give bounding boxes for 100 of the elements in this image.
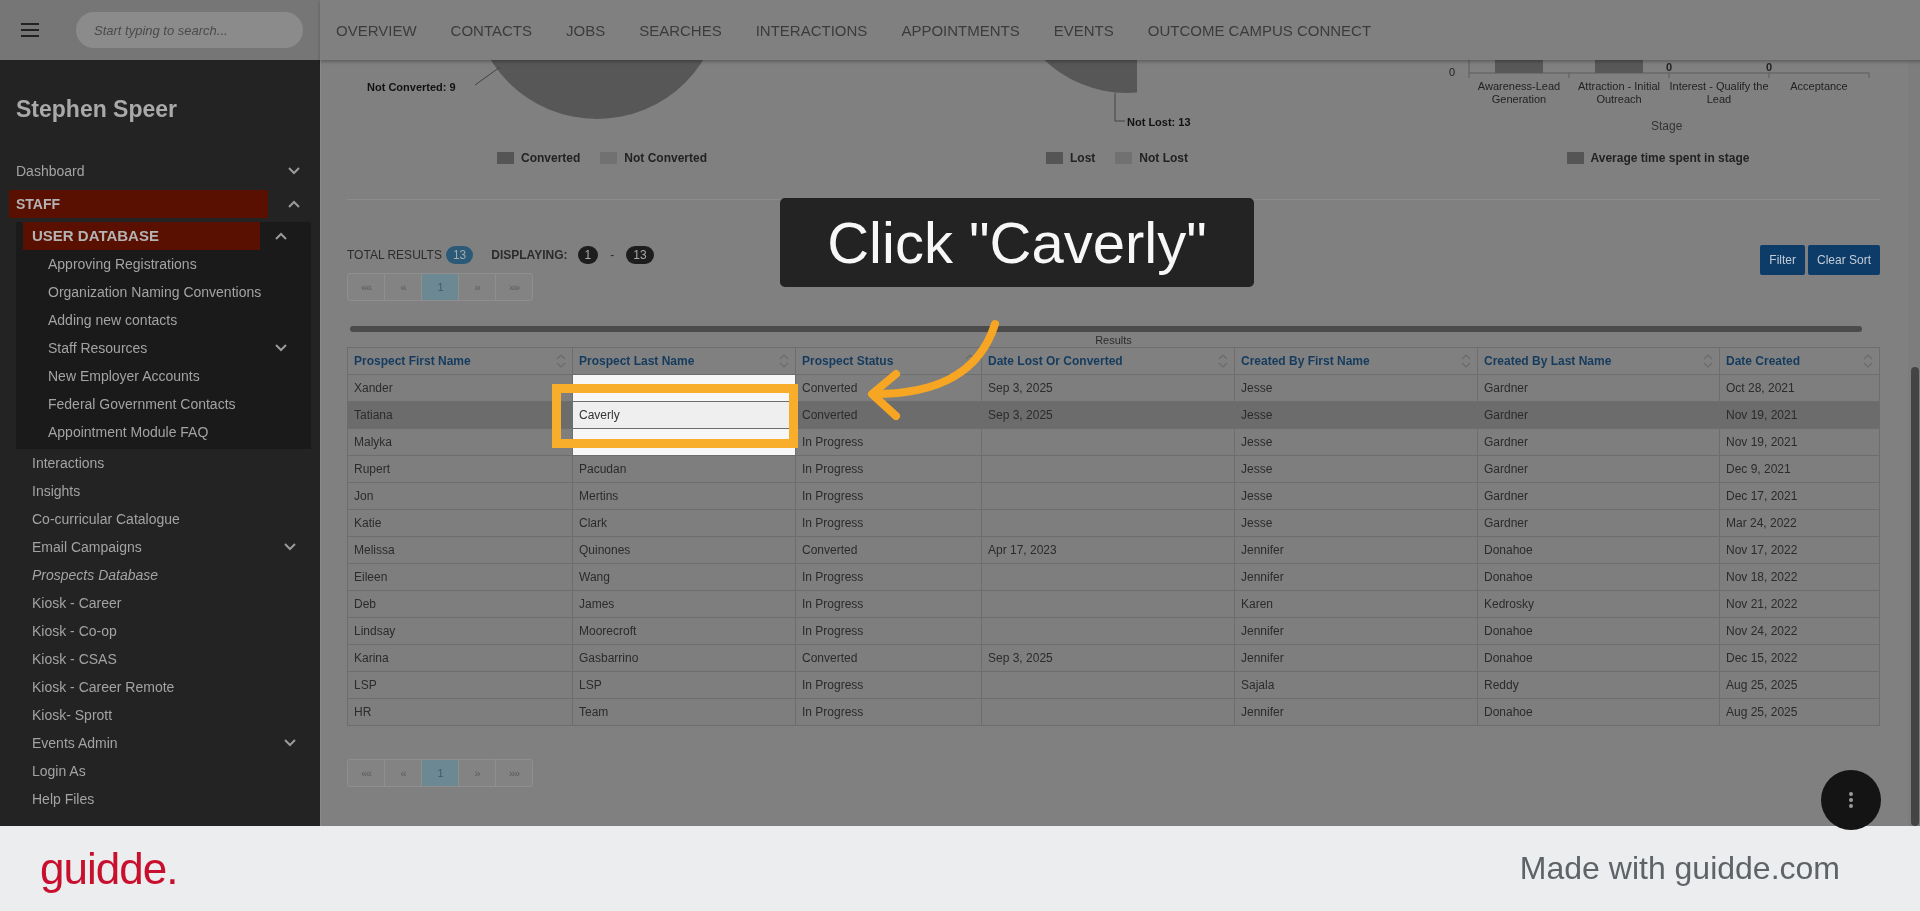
- sidebar-item[interactable]: Kiosk - Career: [23, 595, 122, 611]
- sidebar-section[interactable]: STAFF: [9, 190, 268, 218]
- table-row[interactable]: Deb James In Progress Karen Kedrosky Nov 21, 2022: [347, 590, 1880, 618]
- sidebar-item[interactable]: Interactions: [23, 455, 105, 471]
- page-button[interactable]: «: [384, 273, 422, 301]
- table-row[interactable]: Jon Mertins In Progress Jesse Gardner Dec 17, 2021: [347, 482, 1880, 510]
- nav-tab[interactable]: OUTCOME CAMPUS CONNECT: [1147, 21, 1372, 39]
- column-header[interactable]: Prospect Status: [795, 347, 982, 375]
- sidebar-item[interactable]: Co-curricular Catalogue: [23, 511, 180, 527]
- sidebar-item[interactable]: Help Files: [23, 791, 95, 807]
- table-cell: Team: [572, 698, 796, 726]
- sidebar-item[interactable]: Kiosk- Sprott: [23, 707, 113, 723]
- table-cell: In Progress: [795, 671, 982, 699]
- table-cell: Aug 25, 2025: [1719, 671, 1880, 699]
- table-cell: Converted: [795, 374, 982, 402]
- nav-tab[interactable]: INTERACTIONS: [755, 21, 868, 39]
- table-cell: In Progress: [795, 617, 982, 645]
- sidebar-item[interactable]: Federal Government Contacts: [39, 396, 236, 412]
- sidebar-item[interactable]: Adding new contacts: [39, 312, 178, 328]
- chevron-up-icon[interactable]: [288, 200, 300, 208]
- callout-label: Click "Caverly": [780, 198, 1254, 287]
- sidebar-item[interactable]: Insights: [23, 483, 81, 499]
- table-cell: Jon: [347, 482, 573, 510]
- menu-icon[interactable]: [21, 23, 39, 37]
- table-row[interactable]: LSP LSP In Progress Sajala Reddy Aug 25, 2025: [347, 671, 1880, 699]
- table-row[interactable]: Katie Clark In Progress Jesse Gardner Mar 24, 2022: [347, 509, 1880, 537]
- legend-label: Converted: [521, 151, 581, 165]
- column-header[interactable]: Date Created: [1719, 347, 1880, 375]
- page-button[interactable]: »»: [495, 273, 533, 301]
- table-cell: Melissa: [347, 536, 573, 564]
- action-button[interactable]: Filter: [1760, 245, 1805, 275]
- table-row[interactable]: Rupert Pacudan In Progress Jesse Gardner Dec 9, 2021: [347, 455, 1880, 483]
- sidebar-item[interactable]: Approving Registrations: [39, 256, 197, 272]
- page-button[interactable]: »: [458, 759, 496, 787]
- chevron-down-icon[interactable]: [275, 344, 287, 352]
- sidebar-item[interactable]: New Employer Accounts: [39, 368, 200, 384]
- chevron-up-icon[interactable]: [275, 232, 287, 240]
- table-cell: Sajala: [1234, 671, 1478, 699]
- chevron-down-icon[interactable]: [288, 167, 300, 175]
- chevron-down-icon[interactable]: [284, 543, 296, 551]
- table-cell: LSP: [347, 671, 573, 699]
- sidebar-item[interactable]: Dashboard: [9, 163, 85, 179]
- table-cell: Rupert: [347, 455, 573, 483]
- sidebar-item[interactable]: Login As: [23, 763, 86, 779]
- table-cell: Pacudan: [572, 455, 796, 483]
- value-label: 0: [1765, 61, 1773, 73]
- nav-tab[interactable]: SEARCHES: [639, 21, 722, 39]
- action-button[interactable]: Clear Sort: [1807, 245, 1880, 275]
- sidebar-section[interactable]: USER DATABASE: [23, 222, 260, 250]
- column-header[interactable]: Prospect Last Name: [572, 347, 796, 375]
- table-cell: Jesse: [1234, 482, 1478, 510]
- page-button[interactable]: ««: [347, 759, 385, 787]
- table-row[interactable]: HR Team In Progress Jennifer Donahoe Aug 25, 2025: [347, 698, 1880, 726]
- nav-tab[interactable]: CONTACTS: [450, 21, 532, 39]
- sidebar-item[interactable]: Email Campaigns: [23, 539, 142, 555]
- table-caption: Results: [1094, 334, 1133, 347]
- table-row[interactable]: Lindsay Moorecroft In Progress Jennifer Donahoe Nov 24, 2022: [347, 617, 1880, 645]
- scrollbar[interactable]: [350, 326, 1862, 332]
- value-label: 0: [1665, 61, 1673, 73]
- table-cell: Jennifer: [1234, 698, 1478, 726]
- search-field[interactable]: Start typing to search...: [76, 12, 303, 48]
- sidebar-item[interactable]: Staff Resources: [39, 340, 148, 356]
- table-row[interactable]: Tatiana Caverly Converted Sep 3, 2025 Jesse Gardner Nov 19, 2021: [347, 401, 1880, 429]
- sidebar-item[interactable]: Prospects Database: [23, 567, 159, 583]
- column-header[interactable]: Prospect First Name: [347, 347, 573, 375]
- nav-tab[interactable]: APPOINTMENTS: [901, 21, 1020, 39]
- column-header[interactable]: Created By Last Name: [1477, 347, 1720, 375]
- column-header[interactable]: Created By First Name: [1234, 347, 1478, 375]
- chevron-down-icon[interactable]: [284, 739, 296, 747]
- table-row[interactable]: Melissa Quinones Converted Apr 17, 2023 Jennifer Donahoe Nov 17, 2022: [347, 536, 1880, 564]
- page-button[interactable]: »»: [495, 759, 533, 787]
- sidebar-item[interactable]: Kiosk - Career Remote: [23, 679, 175, 695]
- table-row[interactable]: Eileen Wang In Progress Jennifer Donahoe Nov 18, 2022: [347, 563, 1880, 591]
- sidebar-item[interactable]: Kiosk - Co-op: [23, 623, 117, 639]
- sidebar-item[interactable]: Events Admin: [23, 735, 118, 751]
- table-cell: Gardner: [1477, 482, 1720, 510]
- more-icon[interactable]: [1848, 791, 1854, 809]
- table-cell: Converted: [795, 536, 982, 564]
- nav-tab[interactable]: JOBS: [565, 21, 606, 39]
- table-cell: Nov 21, 2022: [1719, 590, 1880, 618]
- page-button[interactable]: »: [458, 273, 496, 301]
- table-cell: Gardner: [1477, 455, 1720, 483]
- table-cell: Nov 19, 2021: [1719, 428, 1880, 456]
- table-cell: Katie: [347, 509, 573, 537]
- table-row[interactable]: Karina Gasbarrino Converted Sep 3, 2025 Jennifer Donahoe Dec 15, 2022: [347, 644, 1880, 672]
- page-button[interactable]: ««: [347, 273, 385, 301]
- brand-logo: guidde.: [40, 843, 178, 894]
- table-cell: Gardner: [1477, 428, 1720, 456]
- page-button[interactable]: «: [384, 759, 422, 787]
- column-header[interactable]: Date Lost Or Converted: [981, 347, 1235, 375]
- sidebar-item[interactable]: Appointment Module FAQ: [39, 424, 209, 440]
- table-cell: Jennifer: [1234, 644, 1478, 672]
- table-cell: Donahoe: [1477, 617, 1720, 645]
- sidebar-item[interactable]: Organization Naming Conventions: [39, 284, 262, 300]
- sidebar-item[interactable]: Kiosk - CSAS: [23, 651, 117, 667]
- table-cell: Quinones: [572, 536, 796, 564]
- chart-label: Not Lost: 13: [1127, 116, 1191, 128]
- table-cell: In Progress: [795, 455, 982, 483]
- nav-tab[interactable]: OVERVIEW: [336, 21, 417, 39]
- nav-tab[interactable]: EVENTS: [1053, 21, 1114, 39]
